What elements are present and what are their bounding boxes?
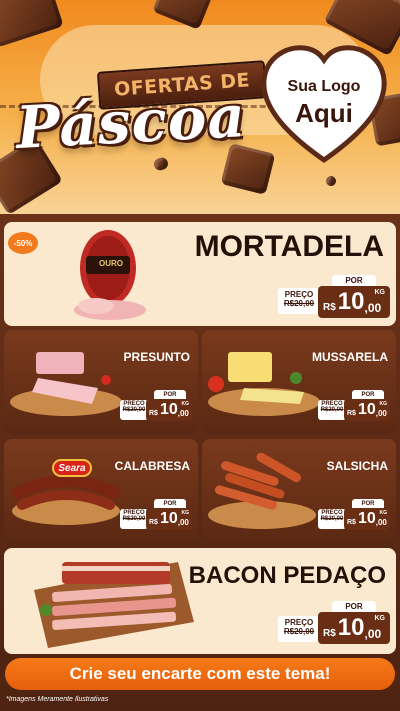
old-price: R$20,00 — [283, 299, 315, 308]
product-name: BACON PEDAÇO — [188, 562, 386, 589]
old-price-box: PREÇO R$20,00 — [318, 400, 346, 420]
new-price: R$ 10 ,00 KG — [146, 508, 192, 530]
old-price: R$20,00 — [122, 516, 146, 522]
presunto-image-icon — [10, 352, 122, 416]
old-price: R$20,00 — [283, 627, 315, 636]
unit: KG — [379, 401, 388, 407]
salsicha-image-icon — [208, 453, 316, 529]
product-card-salsicha[interactable]: SALSICHA PREÇO R$20,00 POR R$ 10 ,00 KG — [202, 439, 396, 543]
logo-line-2: Aqui — [295, 98, 353, 128]
product-card-mussarela[interactable]: MUSSARELA PREÇO R$20,00 POR R$ 10 ,00 KG — [202, 330, 396, 434]
price-label: PREÇO — [321, 510, 343, 516]
price-int: 10 — [357, 510, 376, 527]
price-label: PREÇO — [284, 618, 314, 627]
new-price: R$ 10 ,00 KG — [318, 286, 390, 318]
mortadela-brand: OURO — [99, 259, 123, 268]
price-dec: ,00 — [364, 627, 382, 641]
logo-line-1: Sua Logo — [287, 78, 361, 95]
currency: R$ — [323, 628, 336, 639]
currency: R$ — [323, 302, 336, 313]
price-int: 10 — [159, 401, 178, 418]
old-price-box: PREÇO R$20,00 — [278, 288, 320, 314]
old-price-box: PREÇO R$20,00 — [318, 509, 346, 529]
new-price: R$ 10 ,00 KG — [344, 399, 390, 421]
unit: KG — [181, 401, 190, 407]
product-card-presunto[interactable]: PRESUNTO PREÇO R$20,00 POR R$ 10 ,00 KG — [4, 330, 198, 434]
seara-logo-icon: Seara — [52, 459, 92, 477]
price-int: 10 — [337, 288, 365, 315]
unit: KG — [379, 510, 388, 516]
chocolate-piece-icon — [152, 156, 170, 172]
old-price: R$20,00 — [122, 407, 146, 413]
old-price-box: PREÇO R$20,00 — [120, 400, 148, 420]
price-dec: ,00 — [375, 409, 387, 418]
bacon-image-icon — [34, 562, 194, 648]
old-price: R$20,00 — [320, 516, 344, 522]
old-price-box: PREÇO R$20,00 — [120, 509, 148, 529]
price-label: PREÇO — [284, 290, 314, 299]
old-price: R$20,00 — [320, 407, 344, 413]
disclaimer: *Imagens Meramente Ilustrativas — [6, 696, 109, 703]
unit: KG — [374, 615, 386, 622]
product-name: PRESUNTO — [123, 350, 190, 364]
currency: R$ — [149, 410, 158, 417]
discount-badge: -50% — [8, 232, 38, 254]
currency: R$ — [347, 519, 356, 526]
price-int: 10 — [159, 510, 178, 527]
price-int: 10 — [357, 401, 376, 418]
price-dec: ,00 — [364, 301, 382, 315]
seara-label: Seara — [58, 462, 86, 474]
old-price-box: PREÇO R$20,00 — [278, 616, 320, 642]
new-price: R$ 10 ,00 KG — [146, 399, 192, 421]
price-label: PREÇO — [321, 401, 343, 407]
mortadela-image-icon — [74, 230, 146, 320]
banner-title: Páscoa — [14, 82, 248, 162]
product-name: MUSSARELA — [311, 350, 388, 364]
chocolate-piece-icon — [0, 0, 64, 48]
product-card-calabresa[interactable]: Seara CALABRESA PREÇO R$20,00 POR R$ 10 … — [4, 439, 198, 543]
logo-placeholder[interactable]: Sua Logo Aqui — [258, 78, 390, 129]
hero-banner: OFERTAS DE Páscoa Sua Logo Aqui — [0, 0, 400, 218]
cta-button[interactable]: Crie seu encarte com este tema! — [5, 658, 395, 690]
price-int: 10 — [337, 614, 365, 641]
currency: R$ — [347, 410, 356, 417]
new-price: R$ 10 ,00 KG — [318, 612, 390, 644]
unit: KG — [181, 510, 190, 516]
price-label: PREÇO — [123, 401, 145, 407]
chocolate-piece-icon — [324, 174, 338, 188]
unit: KG — [374, 289, 386, 296]
product-name: MORTADELA — [194, 230, 384, 263]
product-name: CALABRESA — [114, 459, 190, 473]
price-dec: ,00 — [177, 409, 189, 418]
currency: R$ — [149, 519, 158, 526]
product-card-bacon[interactable]: BACON PEDAÇO PREÇO R$20,00 POR R$ 10 ,00… — [4, 548, 396, 654]
price-dec: ,00 — [375, 518, 387, 527]
product-name: SALSICHA — [326, 459, 388, 473]
price-dec: ,00 — [177, 518, 189, 527]
price-label: PREÇO — [123, 510, 145, 516]
mussarela-image-icon — [208, 352, 320, 416]
product-card-mortadela[interactable]: OURO MORTADELA PREÇO R$20,00 POR R$ 10 ,… — [4, 222, 396, 326]
new-price: R$ 10 ,00 KG — [344, 508, 390, 530]
